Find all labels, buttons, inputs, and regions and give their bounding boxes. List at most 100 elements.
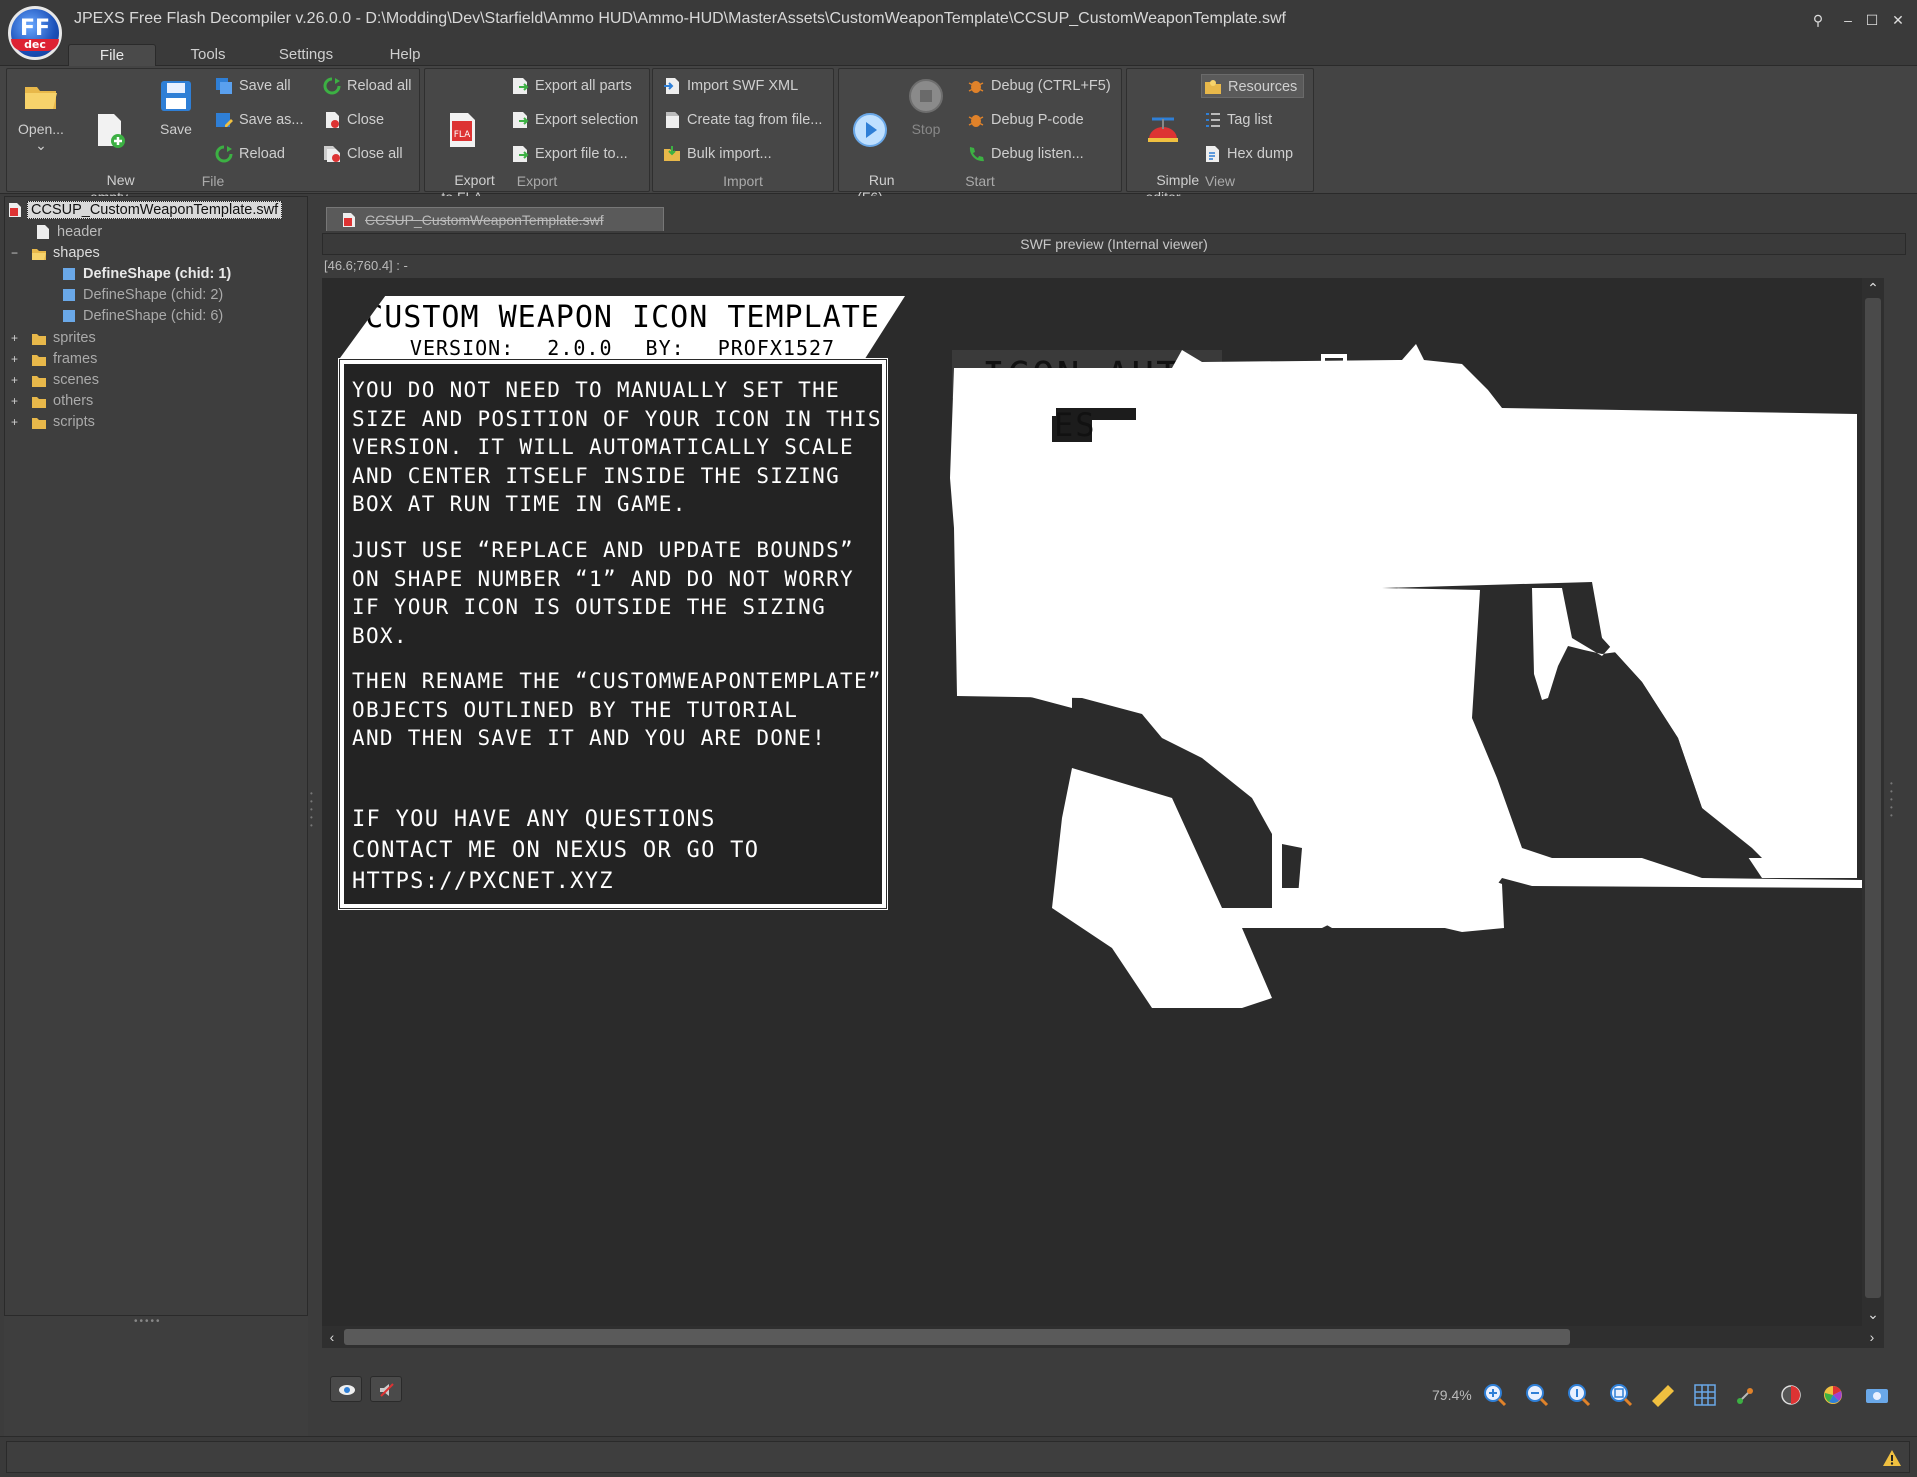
debug-pcode-button[interactable]: Debug P-code bbox=[965, 108, 1084, 132]
vertical-splitter-handle[interactable]: • • • • • bbox=[310, 790, 316, 840]
save-all-button[interactable]: Save all bbox=[213, 74, 291, 98]
tree-item-root[interactable]: CCSUP_CustomWeaponTemplate.swf bbox=[7, 200, 283, 220]
tree-scenes-label: scenes bbox=[53, 372, 99, 388]
tree-item-header[interactable]: header bbox=[35, 222, 102, 242]
right-splitter-handle[interactable]: • • • • • bbox=[1890, 780, 1898, 830]
import-swf-xml-button[interactable]: Import SWF XML bbox=[661, 74, 798, 98]
hex-dump-button[interactable]: Hex dump bbox=[1201, 142, 1293, 166]
zoom-out-button[interactable] bbox=[1522, 1381, 1552, 1409]
behind-text-2: ES bbox=[1054, 406, 1097, 444]
reload-all-button[interactable]: Reload all bbox=[321, 74, 412, 98]
bug-pcode-icon bbox=[968, 115, 984, 127]
splitter-handle[interactable]: ••••• bbox=[134, 1316, 162, 1327]
folder-icon bbox=[32, 397, 46, 408]
save-all-label: Save all bbox=[239, 78, 291, 94]
template-version: VERSION: 2.0.0 BY: PROFX1527 bbox=[409, 336, 836, 360]
export-selection-icon bbox=[513, 112, 529, 128]
background-toggle-button[interactable] bbox=[1776, 1381, 1806, 1409]
tag-list-button[interactable]: Tag list bbox=[1201, 108, 1272, 132]
minimize-button[interactable]: ‒ bbox=[1838, 10, 1858, 30]
tree-others-label: others bbox=[53, 393, 94, 409]
save-as-icon bbox=[216, 113, 233, 127]
group-title-export: Export bbox=[516, 173, 558, 189]
tree-item-shapes[interactable]: − shapes bbox=[11, 243, 100, 263]
warning-icon[interactable] bbox=[1882, 1449, 1902, 1467]
grid-button[interactable] bbox=[1690, 1381, 1720, 1409]
zoom-fit-button[interactable] bbox=[1606, 1381, 1636, 1409]
stop-button[interactable]: Stop bbox=[903, 77, 949, 138]
close-window-button[interactable]: ✕ bbox=[1888, 10, 1908, 30]
tab-help[interactable]: Help bbox=[380, 44, 430, 66]
expand-icon[interactable]: + bbox=[11, 349, 18, 369]
tree-scripts-label: scripts bbox=[53, 414, 95, 430]
create-tag-button[interactable]: Create tag from file... bbox=[661, 108, 822, 132]
save-button[interactable]: Save bbox=[151, 77, 201, 138]
pin-icon[interactable]: ⚲ bbox=[1808, 10, 1828, 30]
resources-button[interactable]: Resources bbox=[1201, 74, 1305, 98]
expand-icon[interactable]: + bbox=[11, 412, 18, 432]
vertical-scroll-thumb[interactable] bbox=[1865, 298, 1881, 1298]
expand-icon[interactable]: + bbox=[11, 370, 18, 390]
expand-icon[interactable]: + bbox=[11, 391, 18, 411]
debug-label: Debug (CTRL+F5) bbox=[991, 78, 1111, 94]
expand-icon[interactable]: + bbox=[11, 328, 18, 348]
horizontal-scroll-thumb[interactable] bbox=[344, 1329, 1570, 1345]
tab-file[interactable]: File bbox=[68, 44, 156, 66]
swf-preview-canvas[interactable]: ICON AUTO ES CUSTOM WEAPON ICON TEMPLATE… bbox=[322, 278, 1862, 1326]
export-file-to-button[interactable]: Export file to... bbox=[509, 142, 628, 166]
zoom-actual-button[interactable] bbox=[1564, 1381, 1594, 1409]
export-all-parts-label: Export all parts bbox=[535, 78, 632, 94]
save-as-button[interactable]: Save as... bbox=[213, 108, 303, 132]
tab-tools[interactable]: Tools bbox=[176, 44, 240, 66]
tab-settings[interactable]: Settings bbox=[270, 44, 342, 66]
horizontal-scrollbar[interactable]: ‹ › bbox=[322, 1326, 1884, 1348]
zoom-in-button[interactable] bbox=[1480, 1381, 1510, 1409]
tree-item-sprites[interactable]: + sprites bbox=[11, 328, 96, 348]
preview-header: SWF preview (Internal viewer) bbox=[322, 233, 1906, 255]
scroll-up-icon[interactable]: ⌃ bbox=[1863, 278, 1883, 298]
tree-item-shape-1[interactable]: DefineShape (chid: 1) bbox=[61, 264, 231, 284]
app-logo[interactable]: FF dec bbox=[8, 6, 62, 60]
tree-item-scripts[interactable]: + scripts bbox=[11, 412, 95, 432]
mute-sound-button[interactable] bbox=[370, 1376, 402, 1402]
shape-icon bbox=[63, 268, 75, 280]
scroll-right-icon[interactable]: › bbox=[1862, 1327, 1882, 1347]
tree-item-frames[interactable]: + frames bbox=[11, 349, 97, 369]
tree-item-shape-2[interactable]: DefineShape (chid: 2) bbox=[61, 285, 223, 305]
document-tab[interactable]: CCSUP_CustomWeaponTemplate.swf bbox=[326, 207, 664, 231]
vertical-scrollbar[interactable]: ⌃ ⌄ bbox=[1862, 278, 1884, 1326]
bulk-import-button[interactable]: Bulk import... bbox=[661, 142, 772, 166]
snap-button[interactable] bbox=[1732, 1381, 1762, 1409]
tree-item-shape-6[interactable]: DefineShape (chid: 6) bbox=[61, 306, 223, 326]
ruler-icon bbox=[1652, 1385, 1674, 1407]
reload-button[interactable]: Reload bbox=[213, 142, 285, 166]
open-button[interactable]: Open... ⌄ bbox=[13, 77, 69, 152]
export-selection-button[interactable]: Export selection bbox=[509, 108, 638, 132]
close-all-button[interactable]: Close all bbox=[321, 142, 403, 166]
debug-listen-button[interactable]: Debug listen... bbox=[965, 142, 1084, 166]
maximize-button[interactable]: ☐ bbox=[1862, 10, 1882, 30]
template-header-banner: CUSTOM WEAPON ICON TEMPLATE VERSION: 2.0… bbox=[340, 296, 905, 358]
scroll-left-icon[interactable]: ‹ bbox=[322, 1327, 342, 1347]
stop-icon bbox=[909, 79, 943, 113]
collapse-icon[interactable]: − bbox=[11, 243, 18, 263]
tree-item-scenes[interactable]: + scenes bbox=[11, 370, 99, 390]
ruler-button[interactable] bbox=[1648, 1381, 1678, 1409]
screenshot-button[interactable] bbox=[1862, 1381, 1892, 1409]
close-button[interactable]: Close bbox=[321, 108, 384, 132]
show-preview-button[interactable] bbox=[330, 1376, 362, 1402]
zoom-fit-icon bbox=[1610, 1384, 1633, 1407]
export-all-parts-button[interactable]: Export all parts bbox=[509, 74, 632, 98]
ribbon-group-view: Simple editor Resources Tag list Hex dum… bbox=[1126, 68, 1314, 205]
scroll-down-icon[interactable]: ⌄ bbox=[1863, 1304, 1883, 1324]
svg-text:FLA: FLA bbox=[454, 130, 471, 140]
zoom-level: 79.4% bbox=[1432, 1387, 1472, 1403]
tree-item-others[interactable]: + others bbox=[11, 391, 93, 411]
bulk-import-label: Bulk import... bbox=[687, 146, 772, 162]
debug-button[interactable]: Debug (CTRL+F5) bbox=[965, 74, 1111, 98]
resources-label: Resources bbox=[1228, 79, 1298, 95]
instructions-paragraph-2: JUST USE “REPLACE AND UPDATE BOUNDS” ON … bbox=[352, 538, 854, 648]
color-picker-button[interactable] bbox=[1818, 1381, 1848, 1409]
list-icon bbox=[1206, 113, 1220, 127]
import-xml-icon bbox=[664, 78, 679, 94]
